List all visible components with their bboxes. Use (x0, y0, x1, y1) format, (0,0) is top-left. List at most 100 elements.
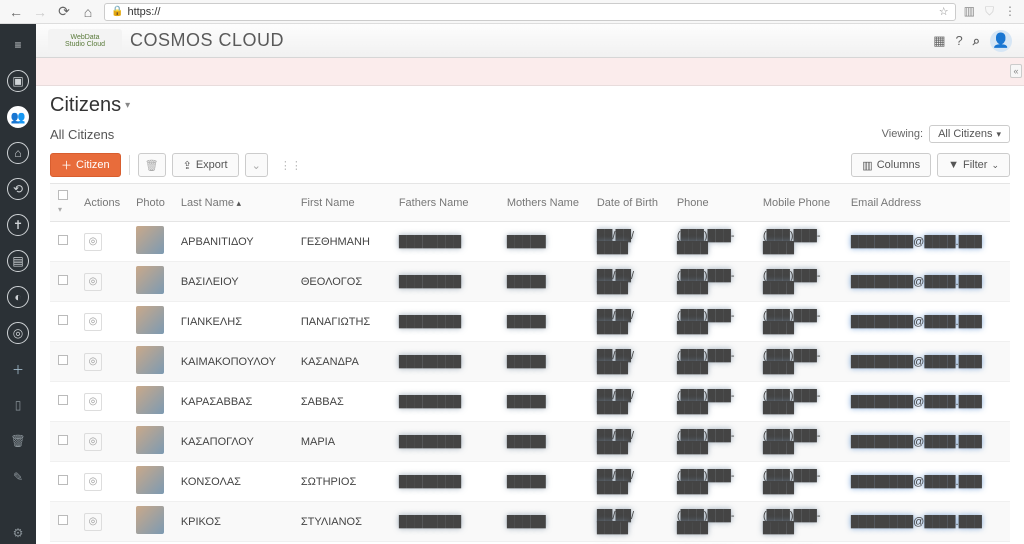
table-row[interactable]: ◎ΚΑΣΑΠΟΓΛΟΥΜΑΡΙΑ███████████████/██/████(… (50, 422, 1010, 462)
row-actions-button[interactable]: ◎ (84, 353, 102, 371)
browser-back-button[interactable]: ← (8, 4, 24, 20)
sidebar-item-citizens[interactable]: 👥 (7, 106, 29, 128)
col-mothers-name[interactable]: Mothers Name (499, 184, 589, 222)
col-dob[interactable]: Date of Birth (589, 184, 669, 222)
row-actions-button[interactable]: ◎ (84, 393, 102, 411)
cell-mobile: (███)███-████ (755, 262, 843, 302)
col-first-name[interactable]: First Name (293, 184, 391, 222)
cell-fathers-name: ████████ (391, 462, 499, 502)
row-actions-button[interactable]: ◎ (84, 273, 102, 291)
cell-fathers-name: ████████ (391, 262, 499, 302)
row-actions-button[interactable]: ◎ (84, 233, 102, 251)
new-citizen-button[interactable]: ＋ Citizen (50, 153, 121, 177)
sidebar-file-icon[interactable]: ▯ (7, 394, 29, 416)
sidebar-item-home[interactable]: ⌂ (7, 142, 29, 164)
sidebar-trash-icon[interactable]: 🗑 (7, 430, 29, 452)
select-all-checkbox[interactable] (58, 190, 68, 200)
apps-grid-icon[interactable]: ▦ (933, 33, 945, 49)
row-photo (136, 386, 164, 414)
viewing-selector[interactable]: All Citizens ▾ (929, 125, 1010, 143)
sidebar-settings-icon[interactable]: ⚙ (7, 522, 29, 544)
more-actions-button[interactable]: ⋮⋮ (274, 153, 308, 177)
row-checkbox[interactable] (58, 275, 68, 285)
row-photo (136, 226, 164, 254)
cell-phone: (███)███-████ (669, 302, 755, 342)
delete-button[interactable]: 🗑 (138, 153, 166, 177)
cell-last-name: ΚΟΝΣΟΛΑΣ (173, 462, 293, 502)
filter-button[interactable]: ▼ Filter ⌄ (937, 153, 1010, 177)
app-logo[interactable]: WebData Studio Cloud (48, 29, 122, 53)
collapse-handle-icon[interactable]: « (1010, 64, 1022, 78)
sidebar-item-dashboard[interactable]: ▣ (7, 70, 29, 92)
sidebar-add-icon[interactable]: ＋ (7, 358, 29, 380)
browser-menu-icon[interactable]: ⋮ (1004, 4, 1016, 19)
table-row[interactable]: ◎ΚΡΙΚΟΣΣΤΥΛΙΑΝΟΣ███████████████/██/████(… (50, 502, 1010, 542)
row-actions-button[interactable]: ◎ (84, 513, 102, 531)
cell-mothers-name: █████ (499, 342, 589, 382)
chevron-down-icon: ⌄ (991, 160, 999, 171)
col-email[interactable]: Email Address (843, 184, 1010, 222)
sidebar-edit-icon[interactable]: ✎ (7, 466, 29, 488)
help-icon[interactable]: ? (955, 33, 962, 48)
row-checkbox[interactable] (58, 395, 68, 405)
table-row[interactable]: ◎ΑΡΒΑΝΙΤΙΔΟΥΓΕΣΘΗΜΑΝΗ███████████████/██/… (50, 222, 1010, 262)
cell-first-name: ΓΕΣΘΗΜΑΝΗ (293, 222, 391, 262)
row-actions-button[interactable]: ◎ (84, 433, 102, 451)
table-row[interactable]: ◎ΚΑΡΑΣΑΒΒΑΣΣΑΒΒΑΣ███████████████/██/████… (50, 382, 1010, 422)
col-fathers-name[interactable]: Fathers Name (391, 184, 499, 222)
col-photo[interactable]: Photo (128, 184, 173, 222)
row-checkbox[interactable] (58, 235, 68, 245)
export-button[interactable]: ⇪ Export (172, 153, 239, 177)
cell-dob: ██/██/████ (589, 422, 669, 462)
sidebar-item-target[interactable]: ◎ (7, 322, 29, 344)
row-checkbox[interactable] (58, 435, 68, 445)
sidebar-item-globe[interactable]: ◐ (7, 286, 29, 308)
sidebar-item-archive[interactable]: ▤ (7, 250, 29, 272)
bookmark-star-icon[interactable]: ☆ (939, 5, 949, 18)
table-row[interactable]: ◎ΓΙΑΝΚΕΛΗΣΠΑΝΑΓΙΩΤΗΣ███████████████/██/█… (50, 302, 1010, 342)
table-row[interactable]: ◎ΒΑΣΙΛΕΙΟΥΘΕΟΛΟΓΟΣ███████████████/██/███… (50, 262, 1010, 302)
user-avatar[interactable]: 👤 (990, 30, 1012, 52)
cell-email: ████████@████.███ (843, 462, 1010, 502)
address-bar[interactable]: 🔒 https:// ☆ (104, 3, 956, 21)
toolbar: ＋ Citizen 🗑 ⇪ Export ⌄ ⋮⋮ ▥ Columns ▼ (50, 153, 1010, 177)
sidebar-item-person[interactable]: ✝ (7, 214, 29, 236)
cell-email: ████████@████.███ (843, 222, 1010, 262)
row-checkbox[interactable] (58, 515, 68, 525)
row-actions-button[interactable]: ◎ (84, 313, 102, 331)
sidebar-item-sync[interactable]: ⟲ (7, 178, 29, 200)
dropbox-icon[interactable]: ⛉ (985, 4, 994, 19)
columns-button[interactable]: ▥ Columns (851, 153, 931, 177)
search-icon[interactable]: ⌕ (973, 33, 980, 49)
translate-icon[interactable]: ▥ (964, 4, 975, 19)
table-row[interactable]: ◎ΚΟΝΣΟΛΑΣΣΩΤΗΡΙΟΣ███████████████/██/████… (50, 462, 1010, 502)
row-photo (136, 346, 164, 374)
browser-home-button[interactable]: ⌂ (80, 4, 96, 20)
row-checkbox[interactable] (58, 475, 68, 485)
chevron-down-icon: ⌄ (252, 159, 261, 172)
row-checkbox[interactable] (58, 315, 68, 325)
col-mobile[interactable]: Mobile Phone (755, 184, 843, 222)
cell-first-name: ΣΩΤΗΡΙΟΣ (293, 462, 391, 502)
browser-forward-button[interactable]: → (32, 4, 48, 20)
page-title-dropdown-icon[interactable]: ▾ (125, 100, 130, 111)
cell-mobile: (███)███-████ (755, 422, 843, 462)
row-checkbox[interactable] (58, 355, 68, 365)
row-photo (136, 426, 164, 454)
sidebar-menu-icon[interactable]: ≡ (7, 34, 29, 56)
chevron-down-icon[interactable]: ▾ (58, 205, 62, 214)
cell-mobile: (███)███-████ (755, 222, 843, 262)
cell-email: ████████@████.███ (843, 262, 1010, 302)
cell-last-name: ΚΑΣΑΠΟΓΛΟΥ (173, 422, 293, 462)
col-actions[interactable]: Actions (76, 184, 128, 222)
export-dropdown-button[interactable]: ⌄ (245, 153, 268, 177)
col-last-name[interactable]: Last Name (173, 184, 293, 222)
cell-dob: ██/██/████ (589, 222, 669, 262)
table-row[interactable]: ◎ΚΑΙΜΑΚΟΠΟΥΛΟΥΚΑΣΑΝΔΡΑ███████████████/██… (50, 342, 1010, 382)
lock-icon: 🔒 (111, 6, 123, 17)
cell-fathers-name: ████████ (391, 302, 499, 342)
browser-reload-button[interactable]: ⟳ (56, 4, 72, 20)
cell-last-name: ΓΙΑΝΚΕΛΗΣ (173, 302, 293, 342)
row-actions-button[interactable]: ◎ (84, 473, 102, 491)
col-phone[interactable]: Phone (669, 184, 755, 222)
